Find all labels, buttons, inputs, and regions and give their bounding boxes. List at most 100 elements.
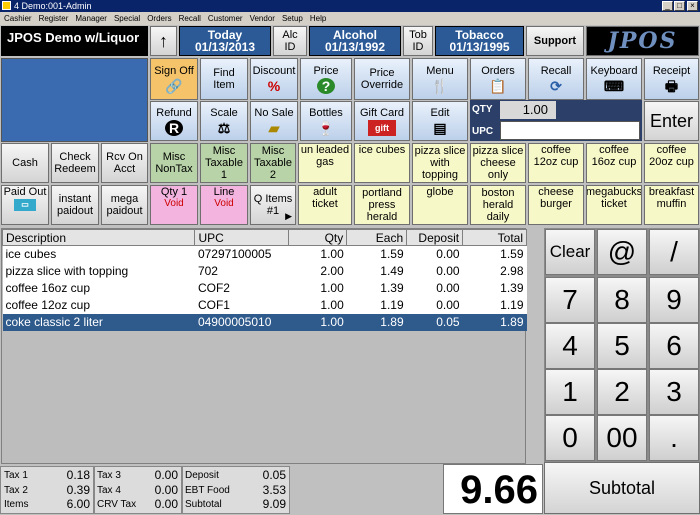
table-row[interactable]: coffee 16oz cup COF2 1.00 1.39 0.00 1.39	[2, 279, 527, 297]
tob-id-button[interactable]: Tob ID	[403, 26, 433, 56]
subtotal-label: Subtotal	[185, 499, 222, 510]
qty-field[interactable]: 1.00	[500, 101, 556, 119]
subtotal-button[interactable]: Subtotal	[544, 462, 700, 514]
menu-vendor[interactable]: Vendor	[250, 12, 275, 25]
scale-label: Scale	[210, 106, 238, 119]
col-each[interactable]: Each	[346, 229, 408, 246]
key-9[interactable]: 9	[649, 277, 699, 323]
up-arrow-button[interactable]: ↑	[150, 26, 177, 56]
slash-key[interactable]: /	[649, 229, 699, 275]
item-pizza-topping[interactable]: pizza slice with topping	[412, 143, 468, 183]
qty-void-button[interactable]: Qty 1 Void	[150, 185, 198, 225]
at-key[interactable]: @	[597, 229, 647, 275]
cell-description: coke classic 2 liter	[2, 313, 195, 331]
bottles-icon: 🍷	[317, 119, 335, 136]
misc-nontax-button[interactable]: Misc NonTax	[150, 143, 198, 183]
scale-button[interactable]: Scale ⚖	[200, 101, 248, 141]
cell-each: 1.59	[346, 245, 407, 263]
keyboard-button[interactable]: Keyboard ⌨	[586, 58, 642, 100]
key-1[interactable]: 1	[545, 369, 595, 415]
upc-input[interactable]	[500, 121, 640, 140]
enter-button[interactable]: Enter	[644, 101, 699, 141]
sign-off-button[interactable]: Sign Off 🔗	[150, 58, 198, 100]
menu-cashier[interactable]: Cashier	[4, 12, 32, 25]
table-row[interactable]: coke classic 2 liter 04900005010 1.00 1.89 0…	[2, 313, 527, 331]
support-button[interactable]: Support	[526, 26, 584, 56]
no-sale-button[interactable]: No Sale ▰	[250, 101, 298, 141]
question-icon: ?	[317, 77, 335, 94]
item-coffee-12oz[interactable]: coffee 12oz cup	[528, 143, 584, 183]
menu-orders[interactable]: Orders	[147, 12, 171, 25]
col-deposit[interactable]: Deposit	[406, 229, 464, 246]
item-coffee-16oz[interactable]: coffee 16oz cup	[586, 143, 642, 183]
cell-deposit: 0.00	[406, 262, 463, 280]
paid-out-button[interactable]: Paid Out ▭	[1, 185, 49, 225]
check-redeem-button[interactable]: Check Redeem	[51, 143, 99, 183]
crv-value: 0.00	[154, 497, 178, 511]
key-7[interactable]: 7	[545, 277, 595, 323]
col-description[interactable]: Description	[1, 229, 196, 246]
gift-card-button[interactable]: Gift Card gift	[354, 101, 410, 141]
item-megabucks-ticket[interactable]: megabucks ticket	[586, 185, 642, 225]
recall-button[interactable]: Recall ⟳	[528, 58, 584, 100]
item-cheese-burger[interactable]: cheese burger	[528, 185, 584, 225]
item-globe[interactable]: globe	[412, 185, 468, 225]
key-3[interactable]: 3	[649, 369, 699, 415]
line-void-button[interactable]: Line Void	[200, 185, 248, 225]
item-breakfast-muffin[interactable]: breakfast muffin	[644, 185, 699, 225]
menu-setup[interactable]: Setup	[282, 12, 303, 25]
menu-customer[interactable]: Customer	[208, 12, 243, 25]
col-qty[interactable]: Qty	[288, 229, 348, 246]
key-0[interactable]: 0	[545, 415, 595, 461]
table-row[interactable]: coffee 12oz cup COF1 1.00 1.19 0.00 1.19	[2, 296, 527, 314]
key-2[interactable]: 2	[597, 369, 647, 415]
key-6[interactable]: 6	[649, 323, 699, 369]
rcv-on-acct-button[interactable]: Rcv On Acct	[101, 143, 148, 183]
item-pizza-cheese[interactable]: pizza slice cheese only	[470, 143, 526, 183]
gift-card-icon: gift	[368, 119, 396, 136]
menu-register[interactable]: Register	[39, 12, 69, 25]
key-5[interactable]: 5	[597, 323, 647, 369]
menu-help[interactable]: Help	[310, 12, 326, 25]
menu-special[interactable]: Special	[114, 12, 140, 25]
key-8[interactable]: 8	[597, 277, 647, 323]
key-00[interactable]: 00	[597, 415, 647, 461]
item-coffee-20oz[interactable]: coffee 20oz cup	[644, 143, 699, 183]
price-button[interactable]: Price ?	[300, 58, 352, 100]
discount-button[interactable]: Discount %	[250, 58, 298, 100]
menu-recall[interactable]: Recall	[179, 12, 201, 25]
item-adult-ticket[interactable]: adult ticket	[298, 185, 352, 225]
key-dot[interactable]: .	[649, 415, 699, 461]
refund-button[interactable]: Refund R	[150, 101, 198, 141]
cash-button[interactable]: Cash	[1, 143, 49, 183]
edit-button[interactable]: Edit ▤	[412, 101, 468, 141]
mega-paidout-button[interactable]: mega paidout	[101, 185, 148, 225]
table-row[interactable]: ice cubes 07297100005 1.00 1.59 0.00 1.59	[2, 245, 527, 263]
alc-id-button[interactable]: Alc ID	[273, 26, 307, 56]
key-4[interactable]: 4	[545, 323, 595, 369]
item-unleaded-gas[interactable]: un leaded gas	[298, 143, 352, 183]
q-items-button[interactable]: Q Items #1 ▶	[250, 185, 296, 225]
item-boston-herald-daily[interactable]: boston herald daily	[470, 185, 526, 225]
minimize-button[interactable]: _	[662, 1, 673, 11]
menu-button[interactable]: Menu 🍴	[412, 58, 468, 100]
item-ice-cubes[interactable]: ice cubes	[354, 143, 410, 183]
close-button[interactable]: ×	[687, 1, 698, 11]
misc-taxable-2-button[interactable]: Misc Taxable 2	[250, 143, 296, 183]
col-upc[interactable]: UPC	[194, 229, 290, 246]
clear-key[interactable]: Clear	[545, 229, 595, 275]
orders-button[interactable]: Orders 📋	[470, 58, 526, 100]
col-total[interactable]: Total	[462, 229, 527, 246]
find-item-button[interactable]: Find Item	[200, 58, 248, 100]
sign-off-icon: 🔗	[165, 77, 183, 94]
misc-taxable-1-button[interactable]: Misc Taxable 1	[200, 143, 248, 183]
bottles-button[interactable]: Bottles 🍷	[300, 101, 352, 141]
maximize-button[interactable]: □	[674, 1, 685, 11]
table-row[interactable]: pizza slice with topping 702 2.00 1.49 0.00 2…	[2, 262, 527, 280]
menu-manager[interactable]: Manager	[75, 12, 107, 25]
instant-paidout-button[interactable]: instant paidout	[51, 185, 99, 225]
price-override-button[interactable]: Price Override	[354, 58, 410, 100]
cell-qty: 1.00	[288, 245, 347, 263]
item-portland-press-herald[interactable]: portland press herald	[354, 185, 410, 225]
receipt-button[interactable]: Receipt 🖶	[644, 58, 699, 100]
